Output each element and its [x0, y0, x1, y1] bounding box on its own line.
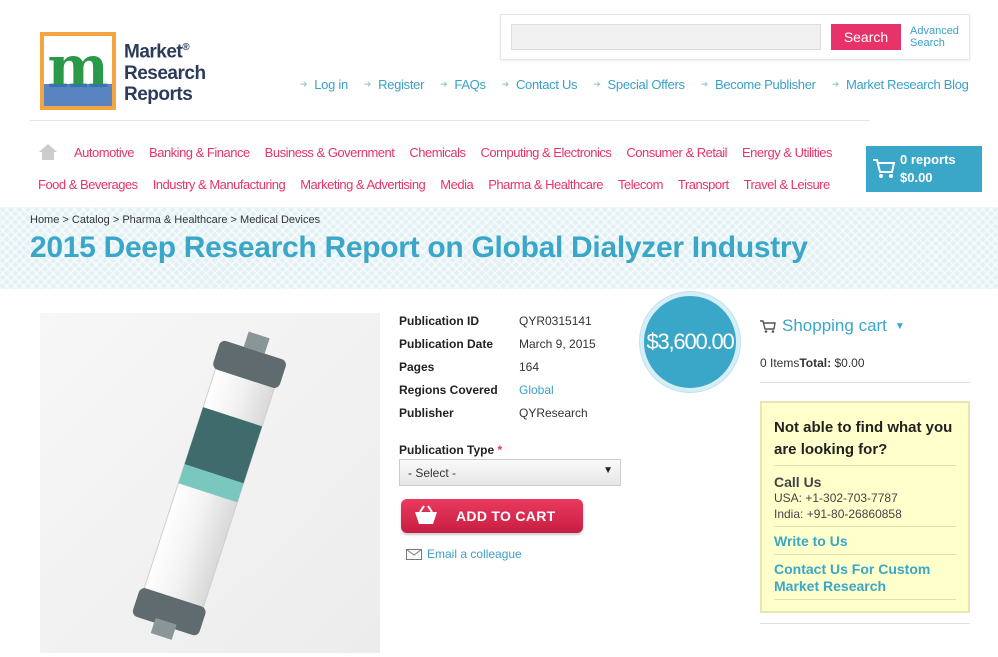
phone-usa: USA: +1-302-703-7787: [774, 491, 898, 505]
nav-consumer-retail[interactable]: Consumer & Retail: [626, 145, 727, 160]
nav-telecom[interactable]: Telecom: [618, 177, 663, 192]
nav-chemicals[interactable]: Chemicals: [409, 145, 466, 160]
faqs-link[interactable]: ➜ FAQs: [440, 77, 486, 92]
publisher: QYResearch: [519, 406, 588, 420]
detail-row: Publisher QYResearch: [399, 406, 596, 429]
breadcrumb[interactable]: Home > Catalog > Pharma & Healthcare > M…: [30, 214, 320, 226]
arrow-icon: ➜: [300, 79, 308, 89]
home-icon[interactable]: [38, 143, 58, 161]
arrow-icon: ➜: [501, 79, 510, 89]
logo-mark: m: [40, 32, 116, 110]
detail-row: Pages 164: [399, 360, 596, 383]
help-box: Not able to find what you are looking fo…: [760, 401, 970, 613]
product-details: Publication ID QYR0315141 Publication Da…: [399, 314, 596, 429]
nav-transport[interactable]: Transport: [678, 177, 729, 192]
nav-media[interactable]: Media: [440, 177, 473, 192]
write-to-us-link[interactable]: Write to Us: [774, 533, 956, 550]
product-image: [40, 313, 380, 653]
search-input[interactable]: [511, 24, 821, 50]
logo-text: Market® Research Reports: [124, 41, 206, 105]
arrow-icon: ➜: [593, 79, 601, 89]
nav-automotive[interactable]: Automotive: [74, 145, 135, 160]
nav-business-government[interactable]: Business & Government: [265, 145, 395, 160]
nav-energy-utilities[interactable]: Energy & Utilities: [742, 145, 832, 160]
cart-reports: 0 reports: [900, 152, 956, 167]
nav-marketing-advertising[interactable]: Marketing & Advertising: [300, 177, 426, 192]
divider: [760, 382, 970, 383]
publication-date: March 9, 2015: [519, 337, 596, 351]
chevron-down-icon: ▼: [894, 320, 905, 332]
dialyzer-image: [132, 331, 286, 640]
price-badge: $3,600.00: [640, 292, 740, 392]
email-colleague-link[interactable]: Email a colleague: [406, 547, 522, 561]
blog-link[interactable]: ➜ Market Research Blog: [832, 77, 969, 92]
custom-research-link[interactable]: Contact Us For Custom Market Research: [774, 561, 956, 595]
envelope-icon: [406, 548, 422, 560]
detail-row: Publication ID QYR0315141: [399, 314, 596, 337]
category-nav-row2: Food & Beverages Industry & Manufacturin…: [38, 177, 845, 192]
nav-computing-electronics[interactable]: Computing & Electronics: [481, 145, 612, 160]
cart-icon: [873, 159, 896, 178]
advanced-search-link[interactable]: Advanced Search: [910, 25, 970, 49]
nav-pharma-healthcare[interactable]: Pharma & Healthcare: [488, 177, 603, 192]
become-publisher-link[interactable]: ➜ Become Publisher: [701, 77, 816, 92]
detail-row: Publication Date March 9, 2015: [399, 337, 596, 360]
arrow-icon: ➜: [363, 79, 372, 89]
nav-industry-manufacturing[interactable]: Industry & Manufacturing: [153, 177, 286, 192]
divider: [760, 623, 970, 624]
special-offers-link[interactable]: ➜ Special Offers: [593, 77, 685, 92]
detail-row: Regions Covered Global: [399, 383, 596, 406]
nav-food-beverages[interactable]: Food & Beverages: [38, 177, 138, 192]
site-logo[interactable]: m Market® Research Reports: [40, 32, 206, 110]
shopping-cart-header[interactable]: Shopping cart ▼: [760, 316, 905, 336]
search-button[interactable]: Search: [831, 24, 901, 50]
arrow-icon: ➜: [700, 79, 709, 89]
arrow-icon: ➜: [440, 79, 448, 89]
help-question: Not able to find what you are looking fo…: [774, 419, 953, 458]
cart-bag-icon: [415, 505, 437, 524]
regions-link[interactable]: Global: [519, 383, 554, 406]
publication-id: QYR0315141: [519, 314, 592, 328]
cart-icon: [760, 319, 776, 333]
publication-type-select[interactable]: - Select - ▼: [399, 459, 621, 486]
login-link[interactable]: ➜ Log in: [300, 77, 348, 92]
contact-us-link[interactable]: ➜ Contact Us: [502, 77, 578, 92]
register-link[interactable]: ➜ Register: [363, 77, 425, 92]
add-to-cart-button[interactable]: ADD TO CART: [401, 499, 583, 533]
publication-type-label: Publication Type *: [399, 443, 503, 457]
shopping-cart-summary: 0 ItemsTotal: $0.00: [760, 356, 865, 370]
category-nav-row1: Automotive Banking & Finance Business & …: [74, 145, 847, 160]
phone-india: India: +91-80-26860858: [774, 507, 902, 521]
title-banner: Home > Catalog > Pharma & Healthcare > M…: [0, 207, 998, 289]
caret-down-icon: ▼: [603, 465, 613, 476]
nav-travel-leisure[interactable]: Travel & Leisure: [744, 177, 831, 192]
page-title: 2015 Deep Research Report on Global Dial…: [30, 231, 808, 264]
cart-total: $0.00: [900, 170, 933, 185]
search-box: Search Advanced Search: [500, 14, 970, 60]
header-cart[interactable]: 0 reports $0.00: [866, 146, 982, 192]
call-us-heading: Call Us: [774, 474, 822, 490]
top-links: ➜ Log in ➜ Register ➜ FAQs ➜ Contact Us ➜ Spe…: [300, 77, 985, 92]
divider: [30, 120, 870, 121]
pages: 164: [519, 360, 540, 374]
arrow-icon: ➜: [831, 79, 840, 89]
nav-banking-finance[interactable]: Banking & Finance: [149, 145, 250, 160]
